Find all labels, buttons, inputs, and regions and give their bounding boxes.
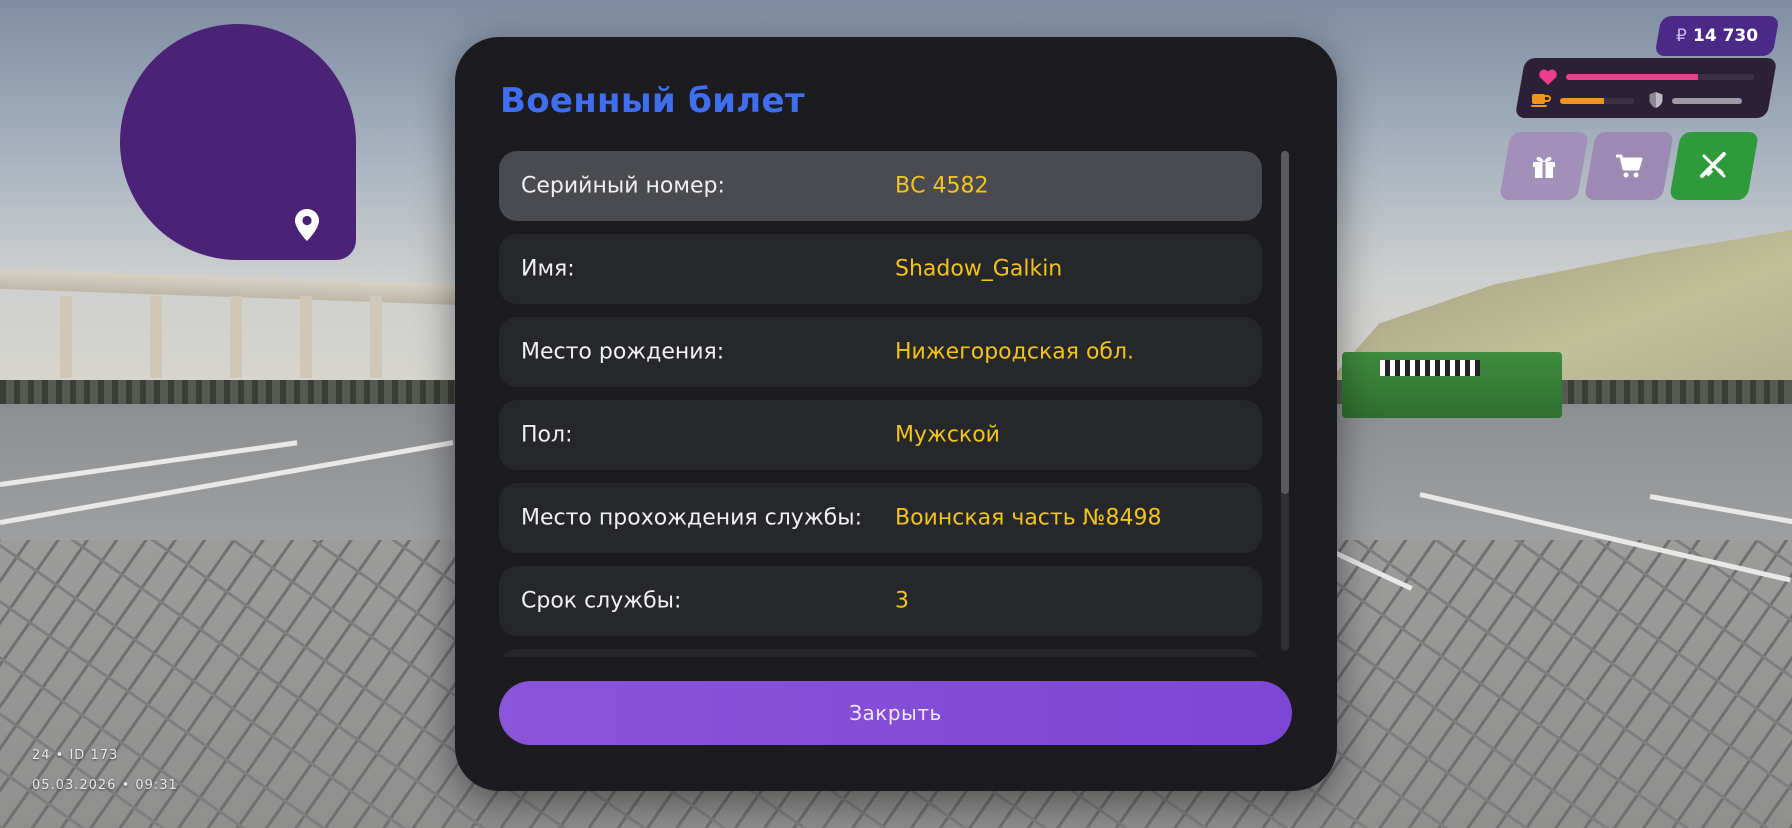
- row-label: Место прохождения службы:: [521, 505, 862, 531]
- ruble-icon: ₽: [1676, 26, 1687, 46]
- info-row-partial: [499, 649, 1262, 657]
- rental-stand-sign: [1380, 360, 1480, 376]
- info-row-gender: Пол: Мужской: [499, 400, 1262, 470]
- military-id-dialog: Военный билет Серийный номер: ВС 4582 Им…: [455, 37, 1337, 791]
- info-row-birthplace: Место рождения: Нижегородская обл.: [499, 317, 1262, 387]
- row-label: Место рождения:: [521, 339, 725, 365]
- bridge-pillar: [60, 296, 72, 378]
- row-value: Воинская часть №8498: [895, 505, 1162, 531]
- info-row-service-place: Место прохождения службы: Воинская часть…: [499, 483, 1262, 553]
- scrollbar-thumb[interactable]: [1281, 151, 1289, 494]
- shop-button[interactable]: [1584, 132, 1674, 200]
- bridge-pillar: [150, 296, 162, 378]
- health-bar: [1566, 74, 1754, 80]
- armor-bar: [1672, 98, 1742, 104]
- info-row-serial-number: Серийный номер: ВС 4582: [499, 151, 1262, 221]
- row-value: Нижегородская обл.: [895, 339, 1135, 365]
- minimap[interactable]: [120, 24, 356, 260]
- row-label: Серийный номер:: [521, 173, 725, 199]
- row-label: Имя:: [521, 256, 575, 282]
- row-label: Пол:: [521, 422, 573, 448]
- row-value: Shadow_Galkin: [895, 256, 1063, 282]
- date-time: 05.03.2026 • 09:31: [32, 778, 178, 793]
- row-value: ВС 4582: [895, 173, 989, 199]
- bridge-pillar: [300, 296, 312, 378]
- scrollbar-track[interactable]: [1281, 151, 1289, 651]
- dialog-title: Военный билет: [500, 81, 805, 121]
- location-pin-icon[interactable]: [294, 208, 320, 242]
- close-button[interactable]: Закрыть: [499, 681, 1292, 745]
- row-label: Срок службы:: [521, 588, 682, 614]
- bridge-pillar: [230, 296, 242, 378]
- gift-icon: [1533, 156, 1555, 178]
- money-amount: 14 730: [1692, 26, 1758, 46]
- player-stats-panel: [1514, 58, 1778, 118]
- info-list[interactable]: Серийный номер: ВС 4582 Имя: Shadow_Galk…: [499, 151, 1262, 657]
- food-bar: [1560, 98, 1634, 104]
- row-value: 3: [895, 588, 909, 614]
- money-display: ₽ 14 730: [1654, 16, 1780, 56]
- crossed-guns-icon: [1700, 152, 1726, 178]
- info-row-service-term: Срок службы: 3: [499, 566, 1262, 636]
- row-value: Мужской: [895, 422, 1000, 448]
- info-row-name: Имя: Shadow_Galkin: [499, 234, 1262, 304]
- bridge-pillar: [370, 296, 382, 378]
- weapons-button[interactable]: [1669, 132, 1759, 200]
- cart-icon: [1616, 154, 1643, 178]
- heart-icon: [1539, 69, 1557, 85]
- shield-icon: [1649, 92, 1663, 108]
- player-level-id: 24 • ID 173: [32, 748, 119, 763]
- coffee-cup-icon: [1531, 94, 1551, 107]
- gift-button[interactable]: [1499, 132, 1589, 200]
